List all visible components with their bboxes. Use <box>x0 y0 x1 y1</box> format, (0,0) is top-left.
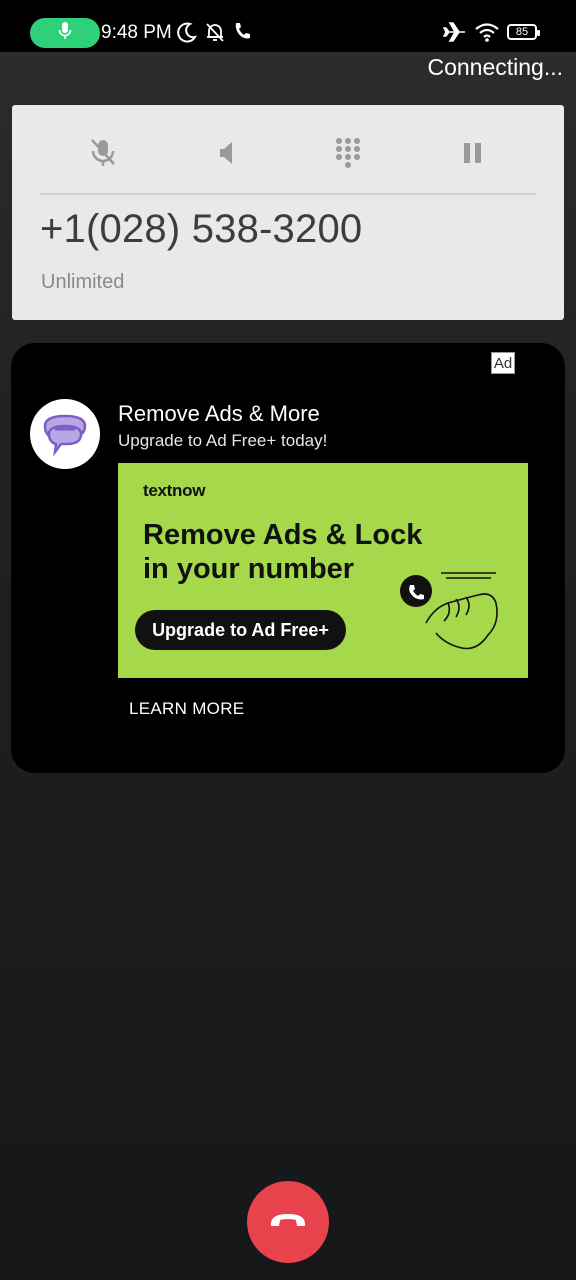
status-bar: 9:48 PM 85 <box>0 0 576 52</box>
ad-banner[interactable]: textnow Remove Ads & Lock in your number… <box>118 463 528 678</box>
speaker-icon <box>214 139 238 172</box>
ad-title[interactable]: Remove Ads & More <box>118 401 320 427</box>
learn-more-button[interactable]: LEARN MORE <box>129 699 244 719</box>
textnow-logo[interactable] <box>30 399 100 469</box>
moon-icon <box>176 21 198 48</box>
speaker-button[interactable] <box>206 135 246 175</box>
hand-phone-icon <box>396 563 506 663</box>
dialpad-icon <box>334 136 362 175</box>
mic-in-use-indicator[interactable] <box>30 18 100 48</box>
upgrade-button[interactable]: Upgrade to Ad Free+ <box>135 610 346 650</box>
status-time: 9:48 PM <box>101 22 172 43</box>
call-card: +1(028) 538-3200 Unlimited <box>12 105 564 320</box>
wifi-icon <box>474 21 500 48</box>
battery-icon: 85 <box>507 24 540 40</box>
hold-button[interactable] <box>453 135 493 175</box>
mute-button[interactable] <box>83 135 123 175</box>
plan-label: Unlimited <box>41 271 125 293</box>
mic-icon <box>58 21 72 46</box>
bell-off-icon <box>204 21 226 48</box>
banner-brand: textnow <box>143 481 206 500</box>
mute-icon <box>89 137 117 174</box>
hold-icon <box>462 141 484 170</box>
ad-subtitle: Upgrade to Ad Free+ today! <box>118 431 328 450</box>
airplane-icon <box>442 21 467 48</box>
ad-badge[interactable]: Ad <box>491 352 515 374</box>
phone-icon <box>233 21 251 46</box>
end-call-button[interactable] <box>247 1181 329 1263</box>
dialpad-button[interactable] <box>328 135 368 175</box>
ad-card[interactable]: Ad Remove Ads & More Upgrade to Ad Free+… <box>11 343 565 773</box>
call-status: Connecting... <box>427 54 563 80</box>
hang-up-icon <box>268 1210 308 1235</box>
phone-number: +1(028) 538-3200 <box>40 207 363 251</box>
divider <box>40 193 536 195</box>
chat-bubble-icon <box>43 414 87 456</box>
